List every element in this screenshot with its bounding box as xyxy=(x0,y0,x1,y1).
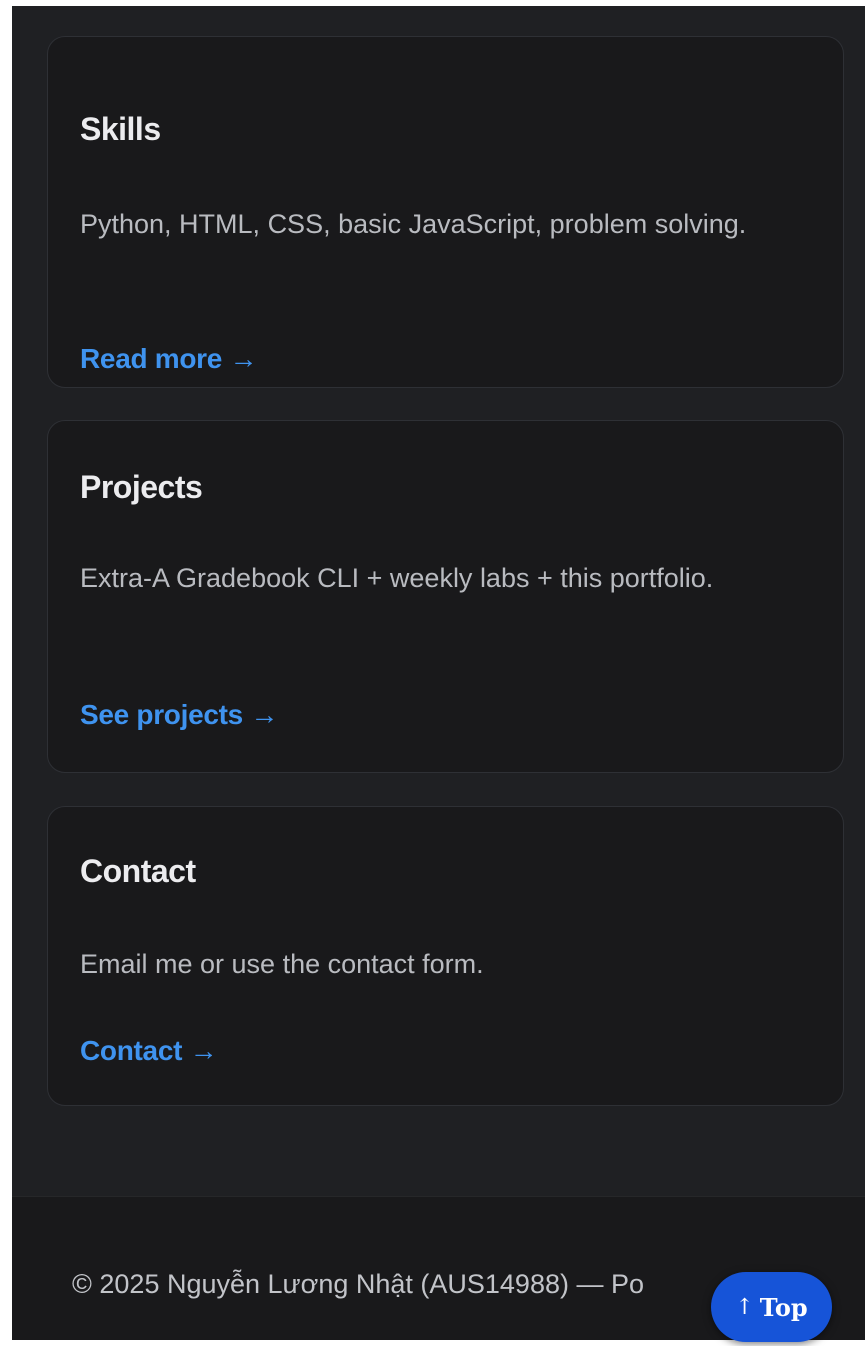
card-body: Extra-A Gradebook CLI + weekly labs + th… xyxy=(80,563,714,593)
card-skills: Skills Python, HTML, CSS, basic JavaScri… xyxy=(47,36,844,388)
read-more-link[interactable]: Read more → xyxy=(80,343,258,375)
page-viewport: Skills Python, HTML, CSS, basic JavaScri… xyxy=(12,6,865,1340)
back-to-top-label: Top xyxy=(759,1292,808,1322)
arrow-up-icon: ↑ xyxy=(735,1294,754,1320)
contact-link[interactable]: Contact → xyxy=(80,1035,218,1067)
see-projects-link[interactable]: See projects → xyxy=(80,699,278,731)
card-title: Contact xyxy=(80,853,196,889)
footer-copyright: © 2025 Nguyễn Lương Nhật (AUS14988) — Po xyxy=(72,1269,644,1299)
card-projects: Projects Extra-A Gradebook CLI + weekly … xyxy=(47,420,844,773)
back-to-top-button[interactable]: ↑ Top xyxy=(711,1272,832,1342)
card-title: Projects xyxy=(80,469,203,505)
card-body: Python, HTML, CSS, basic JavaScript, pro… xyxy=(80,209,747,239)
card-title: Skills xyxy=(80,111,161,147)
card-body: Email me or use the contact form. xyxy=(80,949,484,979)
card-contact: Contact Email me or use the contact form… xyxy=(47,806,844,1106)
